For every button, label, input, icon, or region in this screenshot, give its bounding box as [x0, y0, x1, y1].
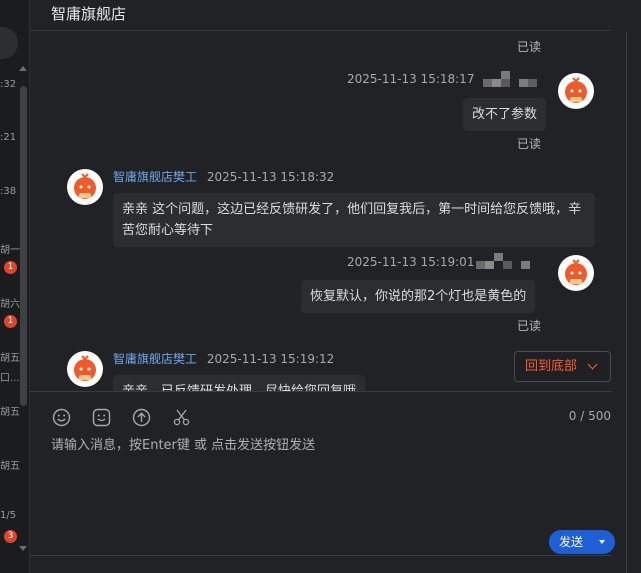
masked-username: [483, 71, 539, 87]
conversation-time: :38: [0, 186, 17, 197]
conversation-name: 口...: [0, 373, 20, 384]
search-pill[interactable]: [0, 27, 18, 59]
conversation-scrollbar[interactable]: [20, 86, 27, 406]
conversation-time: 1/5: [0, 510, 17, 521]
message-composer: 0 / 500: [30, 391, 611, 556]
message-bubble: 恢复默认，你说的那2个灯也是黄色的: [301, 280, 536, 313]
read-status: 已读: [517, 137, 542, 151]
user-avatar[interactable]: [558, 73, 594, 109]
conversation-name: 胡五: [0, 407, 20, 418]
right-panel-edge: [626, 32, 641, 573]
message-list[interactable]: 已读 2025-11-13 15:18:17 改不了参数 已读 智庸旗舰店樊工 …: [30, 31, 611, 391]
conversation-name: 胡一: [0, 245, 20, 256]
message-time: 2025-11-13 15:18:17: [347, 72, 475, 86]
chat-header: 智庸旗舰店: [30, 0, 611, 31]
scroll-down-arrow[interactable]: [19, 546, 27, 551]
back-to-bottom-label: 回到底部: [525, 359, 578, 374]
conversation-list-strip[interactable]: :32 :21 :38 胡一 1 胡六 1 胡五 口... 胡五 胡五 1/5 …: [0, 0, 30, 573]
conversation-time: :32: [0, 79, 17, 90]
conversation-name: 胡五: [0, 461, 20, 472]
masked-username: [476, 253, 532, 269]
page-title: 智庸旗舰店: [51, 5, 127, 23]
scroll-up-arrow[interactable]: [19, 66, 27, 71]
agent-name[interactable]: 智庸旗舰店樊工: [113, 170, 197, 184]
message-input[interactable]: [51, 434, 601, 524]
unread-badge: 3: [4, 530, 17, 543]
read-status: 已读: [517, 40, 542, 54]
sticker-icon[interactable]: [92, 408, 111, 427]
read-status: 已读: [517, 319, 542, 333]
agent-name[interactable]: 智庸旗舰店樊工: [113, 352, 197, 366]
upload-icon[interactable]: [132, 408, 151, 427]
unread-badge: 1: [4, 315, 17, 328]
message-bubble: 亲亲 这个问题，这边已经反馈研发了，他们回复我后，第一时间给您反馈哦，辛苦您耐心…: [113, 193, 595, 247]
emoji-icon[interactable]: [52, 408, 71, 427]
agent-avatar[interactable]: [67, 351, 103, 387]
conversation-time: :21: [0, 132, 17, 143]
back-to-bottom-button[interactable]: 回到底部: [514, 351, 611, 382]
unread-badge: 1: [4, 261, 17, 274]
message-header: 智庸旗舰店樊工 2025-11-13 15:19:12: [113, 350, 334, 367]
conversation-name: 胡六: [0, 299, 20, 310]
message-header: 智庸旗舰店樊工 2025-11-13 15:18:32: [113, 168, 334, 185]
caret-down-icon[interactable]: [599, 540, 605, 544]
chevron-down-icon: [587, 359, 598, 370]
message-time: 2025-11-13 15:19:12: [206, 352, 335, 366]
message-time: 2025-11-13 15:19:01: [347, 255, 475, 269]
message-time: 2025-11-13 15:18:32: [206, 170, 335, 184]
user-avatar[interactable]: [558, 255, 594, 291]
agent-avatar[interactable]: [67, 169, 103, 205]
character-count: 0 / 500: [568, 409, 611, 423]
message-bubble: 亲亲，已反馈研发处理，尽快给您回复哦: [113, 375, 366, 391]
scissors-icon[interactable]: [172, 408, 191, 427]
message-bubble: 改不了参数: [463, 98, 547, 131]
conversation-name: 胡五: [0, 353, 20, 364]
send-label: 发送: [559, 535, 584, 549]
send-button[interactable]: 发送: [549, 530, 615, 554]
